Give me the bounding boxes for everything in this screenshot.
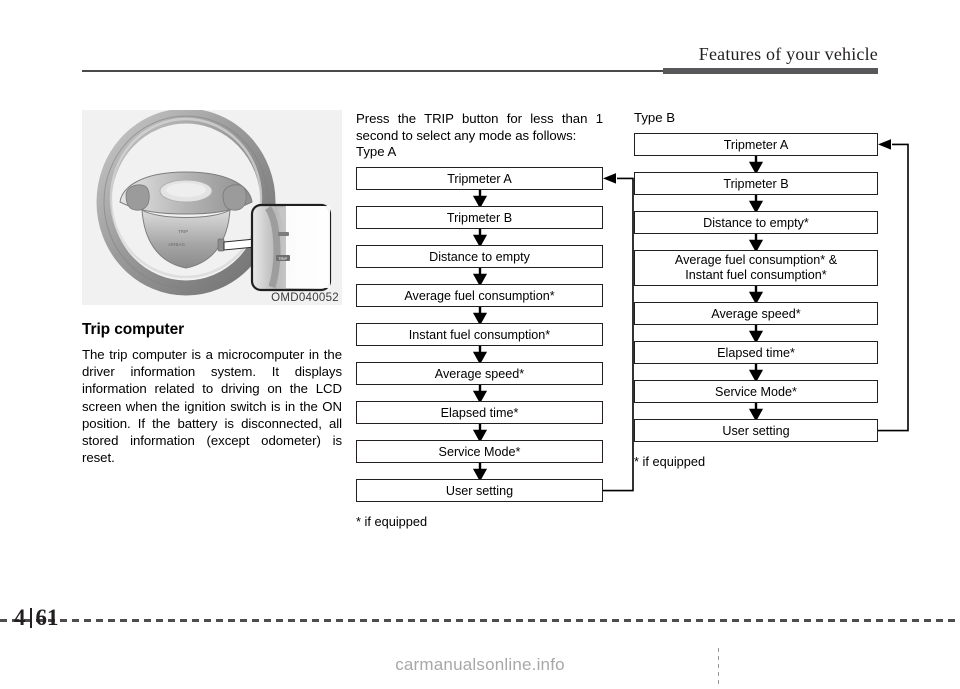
trip-computer-description: The trip computer is a microcomputer in … (82, 347, 342, 466)
flow-step: Average speed* (634, 302, 878, 325)
flow-step: Average speed* (356, 362, 603, 386)
figure-caption: OMD040052 (271, 292, 339, 304)
steering-wheel-icon: TRIP AIRBAG TRIP (96, 110, 332, 296)
page-number: 4 61 (14, 605, 59, 631)
svg-text:AIRBAG: AIRBAG (168, 242, 186, 247)
flow-arrow (634, 195, 878, 211)
flow-arrow (634, 286, 878, 302)
flow-step: Average fuel consumption* & Instant fuel… (634, 250, 878, 286)
svg-text:TRIP: TRIP (178, 229, 188, 234)
flow-arrow (634, 403, 878, 419)
flow-arrow (356, 463, 603, 480)
flow-step: User setting (356, 479, 603, 503)
page-number-value: 61 (35, 605, 59, 630)
flow-step: Tripmeter B (634, 172, 878, 195)
flow-arrow (356, 385, 603, 402)
flow-arrow (356, 268, 603, 285)
flow-step: Tripmeter A (356, 167, 603, 191)
section-title-trip-computer: Trip computer (82, 321, 185, 338)
page-number-chapter: 4 (14, 605, 26, 630)
flow-arrow (634, 364, 878, 380)
watermark: carmanualsonline.info (395, 655, 565, 674)
flow-step: Elapsed time* (356, 401, 603, 425)
left-column: TRIP AIRBAG TRIP OMD040052 Trip computer… (82, 110, 342, 466)
flow-loopback-connector (878, 139, 918, 442)
type-a-label: Type A (356, 144, 397, 160)
flow-step: Instant fuel consumption* (356, 323, 603, 347)
type-a-flowchart: Tripmeter A Tripmeter B Distance to empt… (356, 167, 603, 503)
page-number-separator (29, 608, 32, 628)
flow-step: User setting (634, 419, 878, 442)
flow-step: Distance to empty* (634, 211, 878, 234)
flow-step: Tripmeter A (634, 133, 878, 156)
flow-arrow (356, 424, 603, 441)
page-title: Features of your vehicle (698, 44, 878, 64)
flow-arrow (356, 190, 603, 207)
flow-step: Service Mode* (356, 440, 603, 464)
type-b-footnote: * if equipped (634, 454, 706, 469)
page-header: Features of your vehicle (0, 0, 960, 80)
right-column: Type B Tripmeter A Tripmeter B Distance … (634, 110, 878, 469)
flow-step: Distance to empty (356, 245, 603, 269)
footer-divider (0, 619, 960, 622)
svg-text:TRIP: TRIP (278, 256, 287, 261)
flow-arrow (356, 307, 603, 324)
middle-column: Press the TRIP button for less than 1 se… (356, 110, 603, 529)
header-rule-thick (663, 68, 878, 74)
flow-step: Tripmeter B (356, 206, 603, 230)
type-b-label: Type B (634, 110, 676, 125)
figure-steering-wheel: TRIP AIRBAG TRIP OMD040052 (82, 110, 342, 305)
flow-arrow (634, 234, 878, 250)
flow-arrow (356, 346, 603, 363)
flow-arrow (634, 156, 878, 172)
flow-arrow (356, 229, 603, 246)
trip-button-instruction: Press the TRIP button for less than 1 se… (356, 111, 603, 144)
flow-step: Elapsed time* (634, 341, 878, 364)
flow-step: Average fuel consumption* (356, 284, 603, 308)
type-b-flowchart: Tripmeter A Tripmeter B Distance to empt… (634, 133, 878, 442)
flow-arrow (634, 325, 878, 341)
flow-step: Service Mode* (634, 380, 878, 403)
type-a-footnote: * if equipped (356, 514, 428, 530)
